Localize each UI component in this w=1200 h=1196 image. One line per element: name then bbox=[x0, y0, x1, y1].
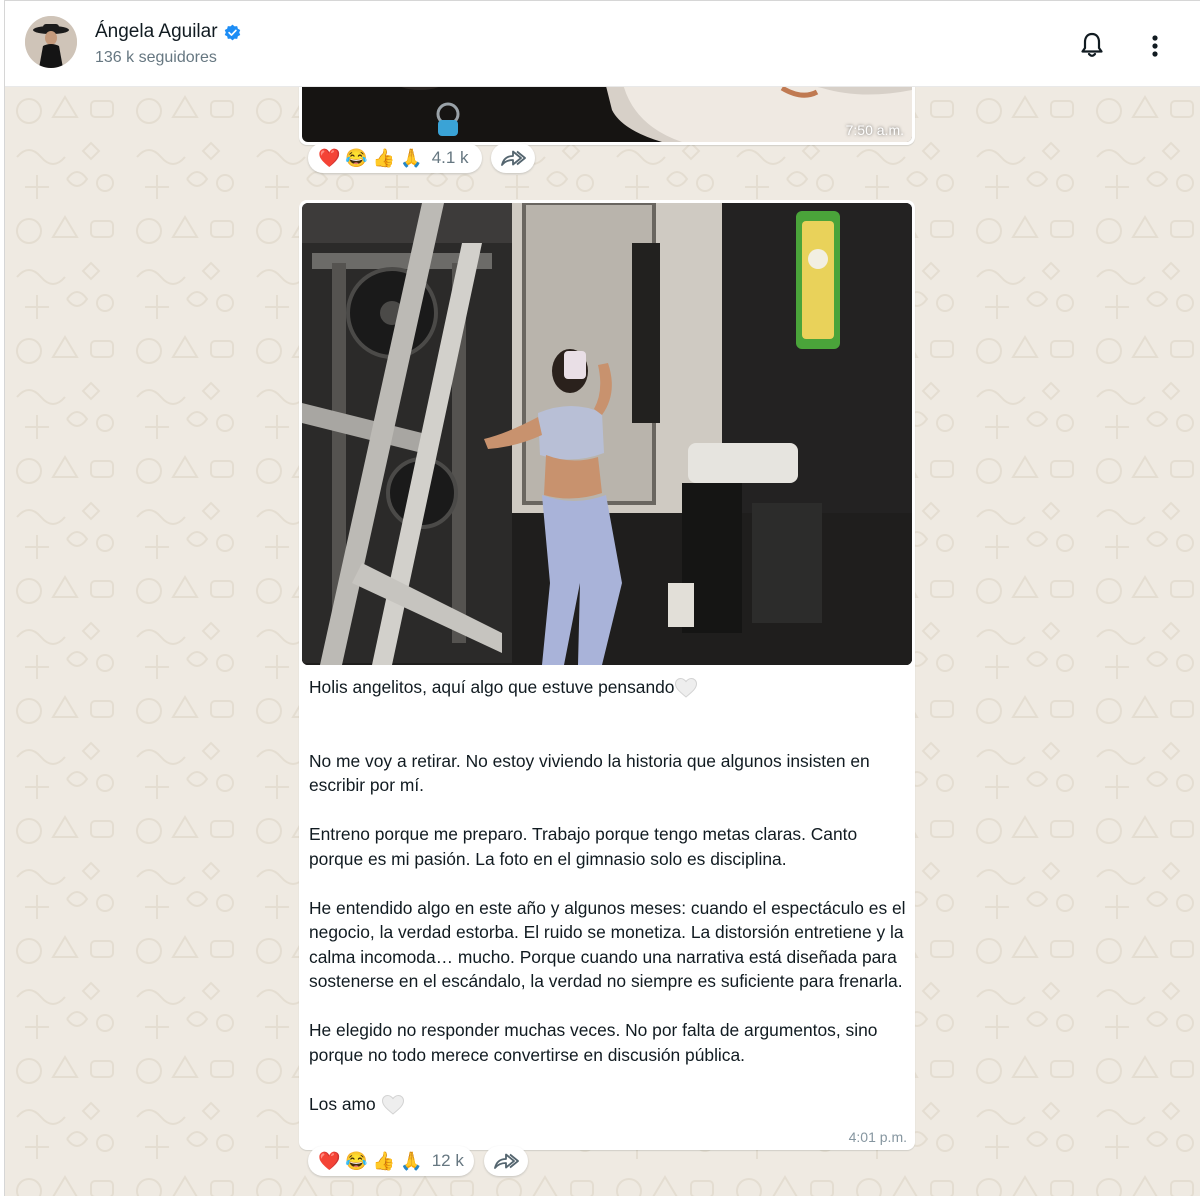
message-bubble-image[interactable]: 7:50 a.m. bbox=[299, 87, 915, 145]
channel-name-text: Ángela Aguilar bbox=[95, 21, 218, 42]
message-time: 4:01 p.m. bbox=[848, 1129, 907, 1145]
thumbs-up-reaction-icon: 👍 bbox=[372, 148, 396, 168]
reaction-count: 4.1 k bbox=[431, 148, 469, 167]
verified-badge-icon bbox=[224, 24, 240, 40]
pray-reaction-icon: 🙏 bbox=[400, 1151, 423, 1171]
forward-icon bbox=[501, 150, 526, 166]
forward-icon bbox=[494, 1153, 519, 1169]
message-paragraph-5: Los amo bbox=[309, 1092, 906, 1117]
white-heart-icon bbox=[675, 678, 698, 699]
reaction-count: 12 k bbox=[431, 1151, 464, 1170]
message-paragraph-3: He entendido algo en este año y algunos … bbox=[309, 897, 906, 992]
reactions-bar[interactable]: ❤️ 😂 👍 🙏 12 k bbox=[308, 1146, 474, 1176]
message-time: 7:50 a.m. bbox=[845, 122, 904, 138]
message-text: Holis angelitos, aquí algo que estuve pe… bbox=[302, 665, 912, 1116]
forward-button[interactable] bbox=[484, 1146, 528, 1176]
reactions-bar[interactable]: ❤️ 😂 👍 🙏 4.1 k bbox=[308, 143, 482, 173]
message-paragraph-1: No me voy a retirar. No estoy viviendo l… bbox=[309, 750, 870, 796]
bell-icon[interactable] bbox=[1079, 31, 1105, 59]
laugh-reaction-icon: 😂 bbox=[345, 1151, 368, 1171]
message-photo[interactable] bbox=[302, 203, 912, 665]
white-heart-icon bbox=[381, 1094, 404, 1115]
channel-header: Ángela Aguilar 136 k seguidores bbox=[5, 1, 1200, 87]
channel-name[interactable]: Ángela Aguilar bbox=[95, 21, 241, 43]
heart-reaction-icon: ❤️ bbox=[318, 148, 341, 168]
thumbs-up-reaction-icon: 👍 bbox=[372, 1151, 396, 1171]
chat-area[interactable]: 7:50 a.m. ❤️ 😂 👍 🙏 4.1 k Holis angelitos… bbox=[5, 87, 1200, 1196]
heart-reaction-icon: ❤️ bbox=[318, 1151, 341, 1171]
channel-avatar[interactable] bbox=[25, 16, 77, 68]
kebab-menu-icon[interactable] bbox=[1145, 31, 1165, 59]
laugh-reaction-icon: 😂 bbox=[345, 148, 368, 168]
message-line-1: Holis angelitos, aquí algo que estuve pe… bbox=[309, 675, 906, 700]
follower-count: 136 k seguidores bbox=[95, 49, 217, 66]
message-paragraph-4: He elegido no responder muchas veces. No… bbox=[309, 1020, 878, 1065]
forward-button[interactable] bbox=[491, 143, 535, 173]
message-bubble-photo-text[interactable]: Holis angelitos, aquí algo que estuve pe… bbox=[299, 200, 915, 1150]
pray-reaction-icon: 🙏 bbox=[400, 148, 423, 168]
message-paragraph-2: Entreno porque me preparo. Trabajo porqu… bbox=[309, 824, 858, 869]
message-image[interactable]: 7:50 a.m. bbox=[302, 87, 912, 142]
